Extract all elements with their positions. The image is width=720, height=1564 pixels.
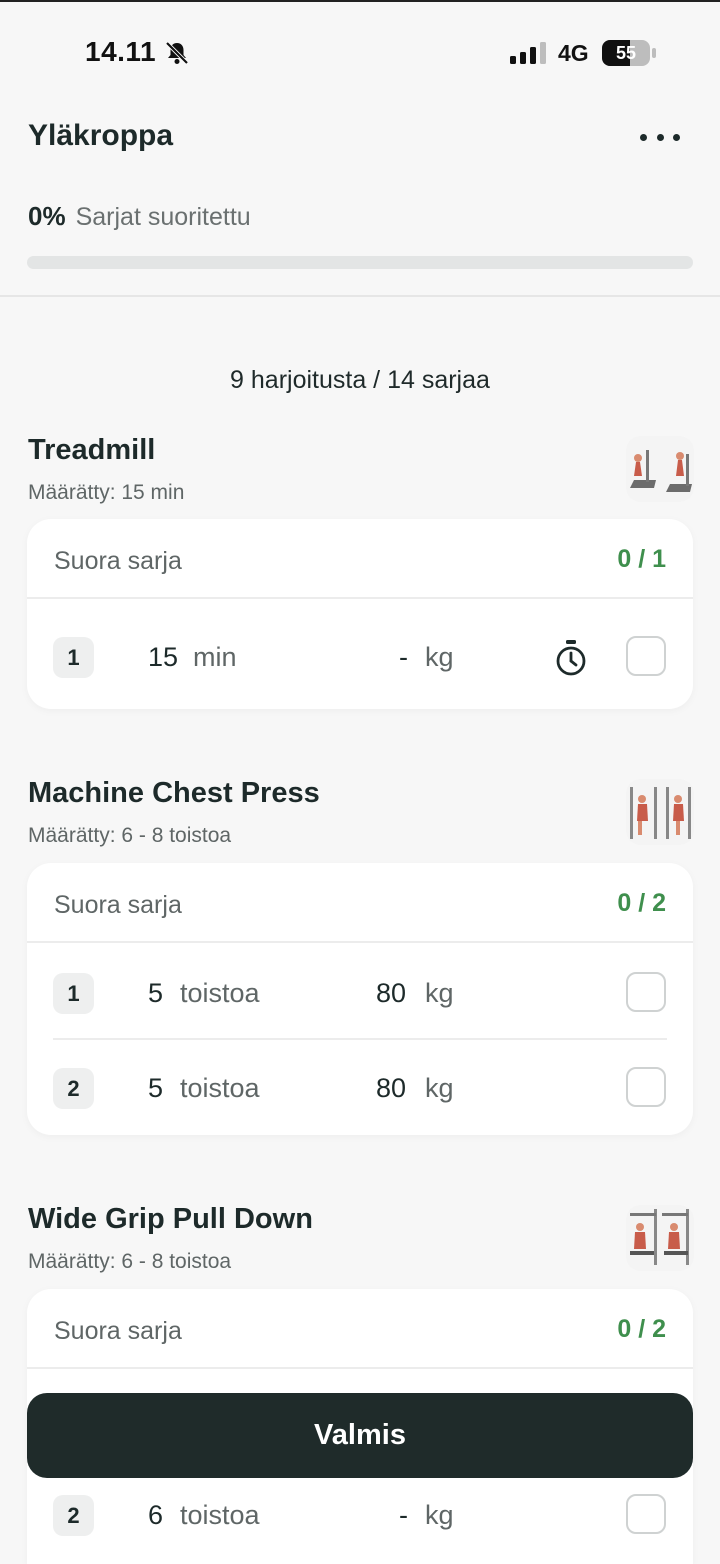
- exercise-assigned: Määrätty: 6 - 8 toistoa: [28, 1250, 232, 1273]
- set-complete-checkbox[interactable]: [626, 636, 666, 676]
- set-complete-checkbox[interactable]: [626, 972, 666, 1012]
- set-complete-checkbox[interactable]: [626, 1494, 666, 1534]
- header-divider: [0, 295, 720, 297]
- exercise-thumbnail[interactable]: [626, 1205, 694, 1271]
- set-weight-unit: kg: [425, 1500, 454, 1530]
- exercise-title[interactable]: Wide Grip Pull Down: [28, 1203, 313, 1236]
- set-reps-unit: toistoa: [180, 1073, 260, 1103]
- exercise-thumbnail[interactable]: [626, 779, 694, 845]
- status-time: 14.11: [85, 36, 157, 67]
- set-duration-unit: min: [193, 642, 237, 672]
- workout-title: Yläkroppa: [28, 119, 174, 152]
- set-row: 2 6 toistoa - kg: [27, 1467, 693, 1562]
- exercise-thumbnail[interactable]: [626, 436, 694, 502]
- workout-summary: 9 harjoitusta / 14 sarjaa: [230, 366, 490, 394]
- bell-muted-icon: [165, 41, 189, 65]
- set-reps-unit: toistoa: [180, 1500, 260, 1530]
- set-weight-unit: kg: [425, 1073, 454, 1103]
- exercise-card: Suora sarja 0 / 2 1 5 toistoa 80 kg 2 5 …: [27, 863, 693, 1135]
- set-number[interactable]: 1: [53, 973, 94, 1014]
- set-number[interactable]: 1: [53, 637, 94, 678]
- exercise-assigned: Määrätty: 6 - 8 toistoa: [28, 824, 232, 847]
- card-header: Suora sarja 0 / 1: [27, 519, 693, 599]
- set-row: 2 5 toistoa 80 kg: [27, 1040, 693, 1135]
- battery-icon: 55: [602, 40, 656, 66]
- set-number[interactable]: 2: [53, 1068, 94, 1109]
- set-weight-value[interactable]: 80: [376, 978, 406, 1009]
- set-reps-value[interactable]: 5: [148, 978, 163, 1009]
- set-type-label[interactable]: Suora sarja: [54, 1317, 182, 1346]
- set-weight-value[interactable]: -: [399, 642, 408, 673]
- progress-label: Sarjat suoritettu: [75, 203, 251, 231]
- set-type-label[interactable]: Suora sarja: [54, 547, 182, 576]
- set-weight-value[interactable]: -: [399, 1500, 408, 1531]
- stopwatch-icon[interactable]: [554, 639, 588, 677]
- card-header: Suora sarja 0 / 2: [27, 863, 693, 943]
- set-counter: 0 / 2: [617, 889, 666, 917]
- exercise-card: Suora sarja 0 / 1 1 15 min - kg: [27, 519, 693, 709]
- signal-icon: [510, 42, 546, 64]
- set-counter: 0 / 2: [617, 1315, 666, 1343]
- set-reps-value[interactable]: 5: [148, 1073, 163, 1104]
- exercise-title[interactable]: Machine Chest Press: [28, 777, 320, 810]
- set-weight-unit: kg: [425, 642, 454, 672]
- more-horizontal-icon[interactable]: [640, 128, 680, 146]
- progress-bar: [27, 256, 693, 269]
- status-bar: 14.11 4G 55: [0, 0, 720, 100]
- set-weight-unit: kg: [425, 978, 454, 1008]
- set-weight-value[interactable]: 80: [376, 1073, 406, 1104]
- exercise-title[interactable]: Treadmill: [28, 434, 155, 467]
- set-row: 1 15 min - kg: [27, 609, 693, 704]
- card-header: Suora sarja 0 / 2: [27, 1289, 693, 1369]
- set-counter: 0 / 1: [617, 545, 666, 573]
- set-row: 1 5 toistoa 80 kg: [27, 945, 693, 1040]
- exercise-assigned: Määrätty: 15 min: [28, 481, 185, 504]
- set-number[interactable]: 2: [53, 1495, 94, 1536]
- set-type-label[interactable]: Suora sarja: [54, 891, 182, 920]
- progress-percent: 0%: [28, 201, 66, 231]
- battery-level: 55: [616, 43, 636, 63]
- progress-summary: 0% Sarjat suoritettu: [28, 201, 251, 232]
- set-complete-checkbox[interactable]: [626, 1067, 666, 1107]
- set-reps-value[interactable]: 6: [148, 1500, 163, 1531]
- network-type: 4G: [558, 40, 589, 66]
- done-button[interactable]: Valmis: [27, 1393, 693, 1478]
- set-duration-value[interactable]: 15: [148, 642, 178, 673]
- set-reps-unit: toistoa: [180, 978, 260, 1008]
